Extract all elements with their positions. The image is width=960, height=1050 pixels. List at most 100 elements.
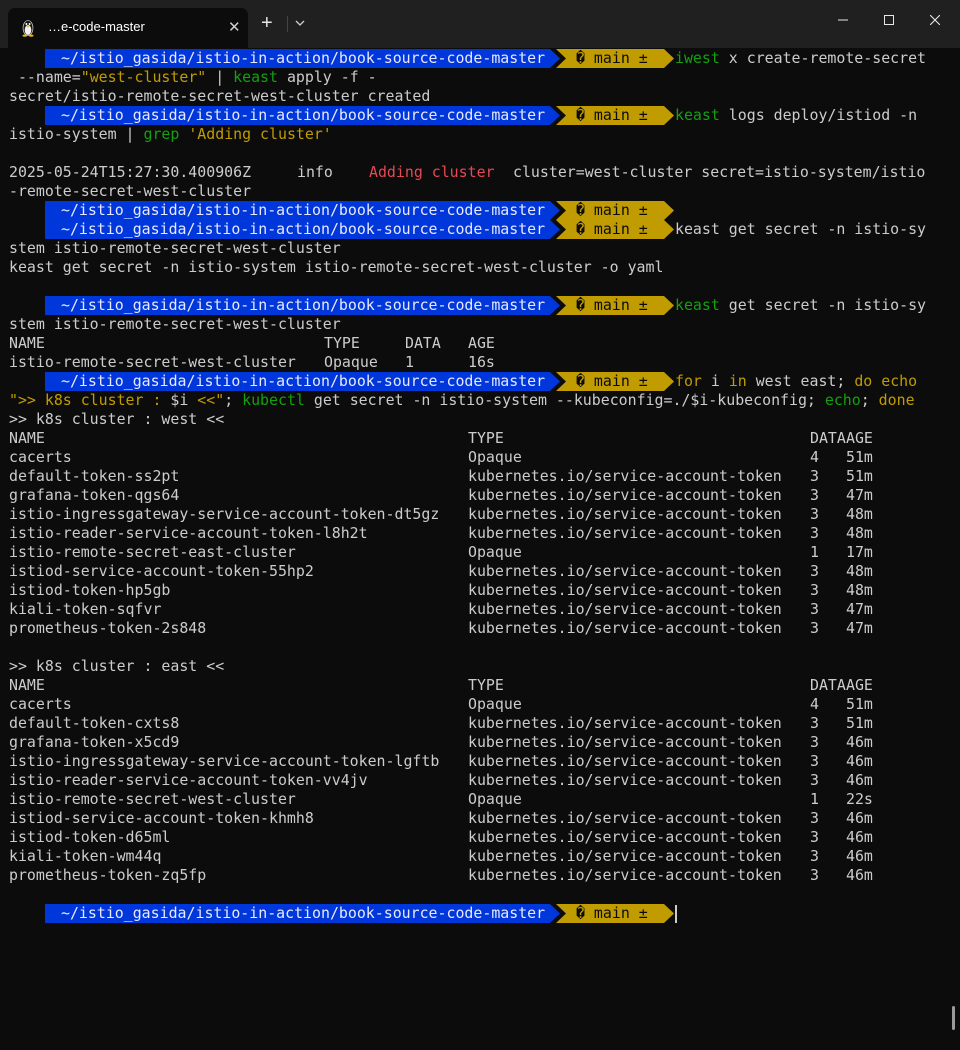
linux-tux-icon [22, 20, 34, 37]
table-cell: 51m [846, 714, 873, 732]
table-cell: istiod-service-account-token-khmh8 [9, 809, 314, 827]
prompt-path: ~/istio_gasida/istio-in-action/book-sour… [45, 296, 560, 315]
table-row: istiod-service-account-token-55hp2 kubern… [9, 562, 949, 581]
table-cell: 51m [846, 467, 873, 485]
table-row: default-token-ss2pt kubernetes.io/service… [9, 467, 949, 486]
table-cell: 47m [846, 619, 873, 637]
terminal-output[interactable]: ⚡ ~/istio_gasida/istio-in-action/book-so… [0, 48, 960, 1050]
table-cell: kubernetes.io/service-account-token [468, 828, 782, 846]
tab-close-icon[interactable]: ✕ [228, 18, 241, 36]
command-continuation: stem istio-remote-secret-west-cluster [9, 315, 341, 333]
table-cell: kubernetes.io/service-account-token [468, 467, 782, 485]
command-continuation: --name="west-cluster" | keast apply -f - [9, 68, 377, 86]
table-cell: 48m [846, 562, 873, 580]
table-cell: 47m [846, 486, 873, 504]
table-cell: NAME [9, 676, 45, 694]
command-continuation: stem istio-remote-secret-west-cluster [9, 239, 341, 257]
table-row: cacerts Opaque 4 51m [9, 695, 949, 714]
table-cell: kubernetes.io/service-account-token [468, 524, 782, 542]
table-cell: istio-ingressgateway-service-account-tok… [9, 505, 440, 523]
table-cell: 51m [846, 448, 873, 466]
prompt-path: ~/istio_gasida/istio-in-action/book-sour… [45, 106, 560, 125]
table-cell: 3 [810, 619, 819, 637]
table-cell: kubernetes.io/service-account-token [468, 600, 782, 618]
table-cell: 3 [810, 562, 819, 580]
prompt-line: ⚡ ~/istio_gasida/istio-in-action/book-so… [9, 106, 949, 125]
table-cell: AGE [846, 429, 873, 447]
log-line: 2025-05-24T15:27:30.400906Z info Adding … [9, 163, 926, 181]
table-cell: 48m [846, 581, 873, 599]
table-cell: istio-remote-secret-east-cluster [9, 543, 296, 561]
table-cell: 3 [810, 771, 819, 789]
table-cell: Opaque [468, 448, 522, 466]
table-row: istio-ingressgateway-service-account-tok… [9, 752, 949, 771]
table-cell: 1 [810, 790, 819, 808]
cluster-heading-east: >> k8s cluster : east << [9, 657, 225, 675]
table-cell: 3 [810, 486, 819, 504]
table-cell: default-token-cxts8 [9, 714, 180, 732]
prompt-git-branch: � main ± [556, 220, 674, 239]
table-cell: default-token-ss2pt [9, 467, 180, 485]
table-row: grafana-token-qgs64 kubernetes.io/service… [9, 486, 949, 505]
table-header: NAME TYPE DATA AGE [9, 676, 949, 695]
table-cell: prometheus-token-zq5fp [9, 866, 207, 884]
table-cell: DATA [810, 676, 846, 694]
new-tab-button[interactable]: + [261, 12, 273, 34]
table-cell: 3 [810, 581, 819, 599]
table-cell: NAME [9, 429, 45, 447]
table-cell: 3 [810, 524, 819, 542]
table-cell: kubernetes.io/service-account-token [468, 866, 782, 884]
table-cell: 3 [810, 809, 819, 827]
table-cell: kubernetes.io/service-account-token [468, 771, 782, 789]
table-cell: kiali-token-wm44q [9, 847, 162, 865]
table-cell: 3 [810, 828, 819, 846]
log-line-continuation: -remote-secret-west-cluster [9, 182, 252, 200]
table-row: default-token-cxts8 kubernetes.io/service… [9, 714, 949, 733]
table-cell: 46m [846, 866, 873, 884]
command-text: keast get secret -n istio-sy [675, 220, 927, 238]
maximize-icon [884, 15, 894, 25]
prompt-path: ~/istio_gasida/istio-in-action/book-sour… [45, 904, 560, 923]
table-row: istio-ingressgateway-service-account-tok… [9, 505, 949, 524]
prompt-git-branch: � main ± [556, 106, 674, 125]
prompt-line: ⚡ ~/istio_gasida/istio-in-action/book-so… [9, 220, 949, 239]
prompt-git-branch: � main ± [556, 372, 674, 391]
prompt-line: ⚡ ~/istio_gasida/istio-in-action/book-so… [9, 201, 949, 220]
tab-title: …e-code-master [48, 19, 145, 34]
table-row: grafana-token-x5cd9 kubernetes.io/service… [9, 733, 949, 752]
prompt-path: ~/istio_gasida/istio-in-action/book-sour… [45, 49, 560, 68]
table-cell: 4 [810, 448, 819, 466]
table-row: prometheus-token-zq5fp kubernetes.io/serv… [9, 866, 949, 885]
title-bar: …e-code-master ✕ + [0, 0, 960, 48]
table-cell: istio-remote-secret-west-cluster [9, 790, 296, 808]
table-cell: 3 [810, 733, 819, 751]
table-cell: kiali-token-sqfvr [9, 600, 162, 618]
output-line: secret/istio-remote-secret-west-cluster … [9, 87, 431, 105]
prompt-git-branch: � main ± [556, 49, 674, 68]
scrollbar-thumb[interactable] [952, 1006, 955, 1030]
table-row: istio-remote-secret-west-cluster Opaque 1 2… [9, 790, 949, 809]
command-text: keast get secret -n istio-sy [675, 296, 927, 314]
table-row: istio-reader-service-account-token-vv4jv… [9, 771, 949, 790]
table-cell: istio-ingressgateway-service-account-tok… [9, 752, 440, 770]
table-cell: 47m [846, 600, 873, 618]
table-cell: kubernetes.io/service-account-token [468, 486, 782, 504]
minimize-button[interactable] [820, 4, 866, 36]
table-cell: kubernetes.io/service-account-token [468, 619, 782, 637]
command-text: iwest x create-remote-secret [675, 49, 927, 67]
table-cell: 46m [846, 828, 873, 846]
close-button[interactable] [912, 4, 958, 36]
command-continuation: ">> k8s cluster : $i <<"; kubectl get se… [9, 391, 915, 409]
terminal-tab[interactable]: …e-code-master ✕ [8, 8, 248, 48]
chevron-down-icon[interactable] [294, 15, 306, 31]
table-header: NAME TYPE DATA AGE [9, 334, 495, 352]
prompt-line: ⚡ ~/istio_gasida/istio-in-action/book-so… [9, 372, 949, 391]
table-row: prometheus-token-2s848 kubernetes.io/serv… [9, 619, 949, 638]
prompt-git-branch: � main ± [556, 201, 674, 220]
maximize-button[interactable] [866, 4, 912, 36]
table-cell: istio-reader-service-account-token-vv4jv [9, 771, 368, 789]
table-cell: 3 [810, 752, 819, 770]
table-cell: 17m [846, 543, 873, 561]
prompt-line: ⚡ ~/istio_gasida/istio-in-action/book-so… [9, 49, 949, 68]
table-row: istiod-token-hp5gb kubernetes.io/service-… [9, 581, 949, 600]
